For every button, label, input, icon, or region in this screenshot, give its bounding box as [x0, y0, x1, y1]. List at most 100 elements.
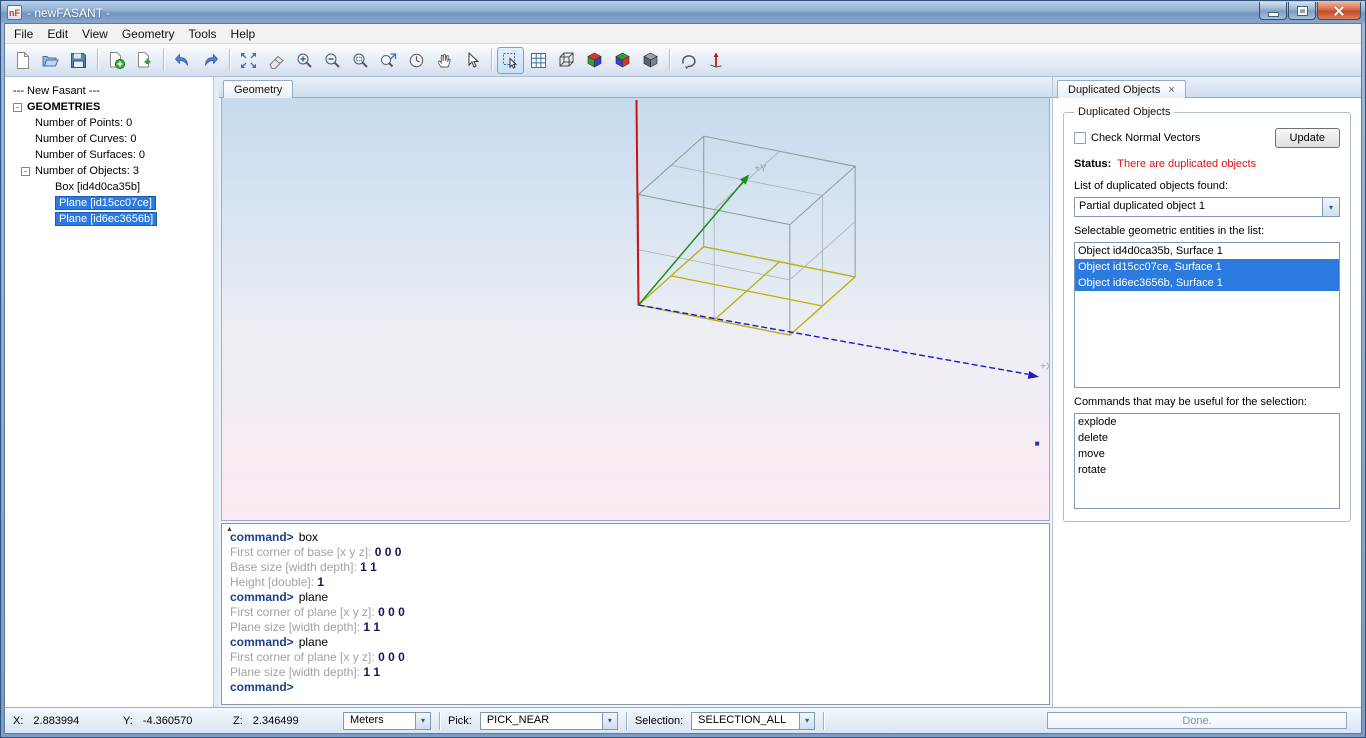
zoom-fit-button[interactable] — [235, 47, 262, 74]
progress-bar: Done. — [1047, 712, 1347, 729]
console-line: First corner of plane [x y z]: 0 0 0 — [230, 605, 1041, 620]
zoom-in-icon — [295, 51, 314, 70]
shaded-view-button[interactable] — [609, 47, 636, 74]
solid-view-button[interactable] — [581, 47, 608, 74]
list-item[interactable]: rotate — [1075, 462, 1339, 478]
new-file-icon — [13, 51, 32, 70]
statusbar-separator — [626, 712, 627, 730]
menu-help[interactable]: Help — [224, 25, 263, 43]
add-geometry-button[interactable] — [103, 47, 130, 74]
zoom-previous-button[interactable] — [375, 47, 402, 74]
coordinate-z: Z: 2.346499 — [233, 715, 335, 727]
main-area: --- New Fasant --- - GEOMETRIES Number o… — [5, 77, 1361, 707]
param-label: First corner of plane [x y z]: — [230, 605, 378, 619]
redo-button[interactable] — [197, 47, 224, 74]
zoom-window-button[interactable] — [347, 47, 374, 74]
rotate-model-button[interactable] — [675, 47, 702, 74]
units-select[interactable]: Meters ▾ — [343, 712, 431, 730]
param-value: 0 0 0 — [375, 545, 402, 559]
minimize-icon — [1269, 13, 1278, 16]
check-normal-vectors[interactable]: Check Normal Vectors — [1074, 132, 1200, 144]
eraser-icon — [267, 51, 286, 70]
tab-geometry[interactable]: Geometry — [223, 80, 293, 98]
undo-button[interactable] — [169, 47, 196, 74]
entities-list[interactable]: Object id4d0ca35b, Surface 1 Object id15… — [1074, 242, 1340, 388]
command-prompt: command> — [230, 530, 294, 544]
tree-item-objects[interactable]: Number of Objects: 3 — [35, 165, 139, 177]
chevron-down-icon[interactable]: ▾ — [415, 713, 430, 729]
maximize-button[interactable] — [1288, 2, 1316, 20]
select-area-button[interactable] — [497, 47, 524, 74]
param-label: Plane size [width depth]: — [230, 620, 363, 634]
eraser-button[interactable] — [263, 47, 290, 74]
toolbar-separator — [163, 49, 164, 71]
statusbar-separator — [439, 712, 440, 730]
select-button[interactable] — [459, 47, 486, 74]
x-axis-arrowhead — [1028, 371, 1039, 379]
zoom-previous-icon — [379, 51, 398, 70]
tree-item-points[interactable]: Number of Points: 0 — [35, 117, 132, 129]
menu-file[interactable]: File — [7, 25, 40, 43]
new-file-button[interactable] — [9, 47, 36, 74]
combo-value: Partial duplicated object 1 — [1075, 198, 1322, 216]
collapse-icon[interactable]: - — [13, 103, 22, 112]
add-geometry-icon — [107, 51, 126, 70]
open-file-button[interactable] — [37, 47, 64, 74]
close-button[interactable] — [1317, 2, 1361, 20]
chevron-down-icon[interactable]: ▾ — [799, 713, 814, 729]
pick-mode-select[interactable]: PICK_NEAR ▾ — [480, 712, 618, 730]
units-value: Meters — [344, 713, 415, 729]
list-item[interactable]: delete — [1075, 430, 1339, 446]
tree-object-plane-1[interactable]: Plane [id15cc07ce] — [55, 196, 156, 210]
list-item[interactable]: move — [1075, 446, 1339, 462]
commands-list[interactable]: explode delete move rotate — [1074, 413, 1340, 509]
geometry-viewport[interactable]: +Y +X — [221, 98, 1050, 521]
zoom-in-button[interactable] — [291, 47, 318, 74]
rotate-model-icon — [679, 51, 698, 70]
import-geometry-button[interactable] — [131, 47, 158, 74]
tree-item-surfaces[interactable]: Number of Surfaces: 0 — [35, 149, 145, 161]
collapse-icon[interactable]: - — [21, 167, 30, 176]
console-line: First corner of base [x y z]: 0 0 0 — [230, 545, 1041, 560]
selection-value: SELECTION_ALL — [692, 713, 799, 729]
console-line: command>plane — [230, 635, 1041, 650]
menu-tools[interactable]: Tools — [182, 25, 224, 43]
menu-edit[interactable]: Edit — [40, 25, 75, 43]
update-button[interactable]: Update — [1275, 128, 1340, 148]
chevron-down-icon[interactable]: ▾ — [602, 713, 617, 729]
tree-object-box[interactable]: Box [id4d0ca35b] — [55, 181, 140, 193]
axes-button[interactable] — [703, 47, 730, 74]
list-item[interactable]: explode — [1075, 414, 1339, 430]
status-bar: X: 2.883994 Y: -4.360570 Z: 2.346499 Met… — [5, 707, 1361, 733]
tab-close-icon[interactable]: × — [1168, 85, 1174, 95]
tree-geometries-label[interactable]: GEOMETRIES — [27, 101, 100, 113]
list-item[interactable]: Object id6ec3656b, Surface 1 — [1075, 275, 1339, 291]
tree-item-curves[interactable]: Number of Curves: 0 — [35, 133, 136, 145]
wireframe-view-button[interactable] — [553, 47, 580, 74]
textured-view-button[interactable] — [637, 47, 664, 74]
tree-object-plane-2[interactable]: Plane [id6ec3656b] — [55, 212, 157, 226]
chevron-down-icon[interactable]: ▾ — [1322, 198, 1339, 216]
clock-icon — [407, 51, 426, 70]
console-collapse-icon[interactable]: ▲ — [226, 523, 233, 537]
duplicated-object-select[interactable]: Partial duplicated object 1 ▾ — [1074, 197, 1340, 217]
title-bar[interactable]: nF - newFASANT - — [1, 1, 1365, 23]
pan-button[interactable] — [431, 47, 458, 74]
param-value: 1 1 — [363, 665, 380, 679]
menu-view[interactable]: View — [75, 25, 115, 43]
list-item[interactable]: Object id15cc07ce, Surface 1 — [1075, 259, 1339, 275]
list-item[interactable]: Object id4d0ca35b, Surface 1 — [1075, 243, 1339, 259]
command-prompt: command> — [230, 680, 294, 694]
grid-button[interactable] — [525, 47, 552, 74]
save-button[interactable] — [65, 47, 92, 74]
minimize-button[interactable] — [1259, 2, 1287, 20]
tab-duplicated-objects[interactable]: Duplicated Objects × — [1057, 80, 1186, 98]
menu-geometry[interactable]: Geometry — [115, 25, 182, 43]
command-prompt: command> — [230, 590, 294, 604]
tree-root-label[interactable]: --- New Fasant --- — [13, 85, 100, 97]
selection-mode-select[interactable]: SELECTION_ALL ▾ — [691, 712, 815, 730]
clock-button[interactable] — [403, 47, 430, 74]
zoom-out-button[interactable] — [319, 47, 346, 74]
checkbox-icon[interactable] — [1074, 132, 1086, 144]
command-console[interactable]: ▲ command>box First corner of base [x y … — [221, 523, 1050, 705]
